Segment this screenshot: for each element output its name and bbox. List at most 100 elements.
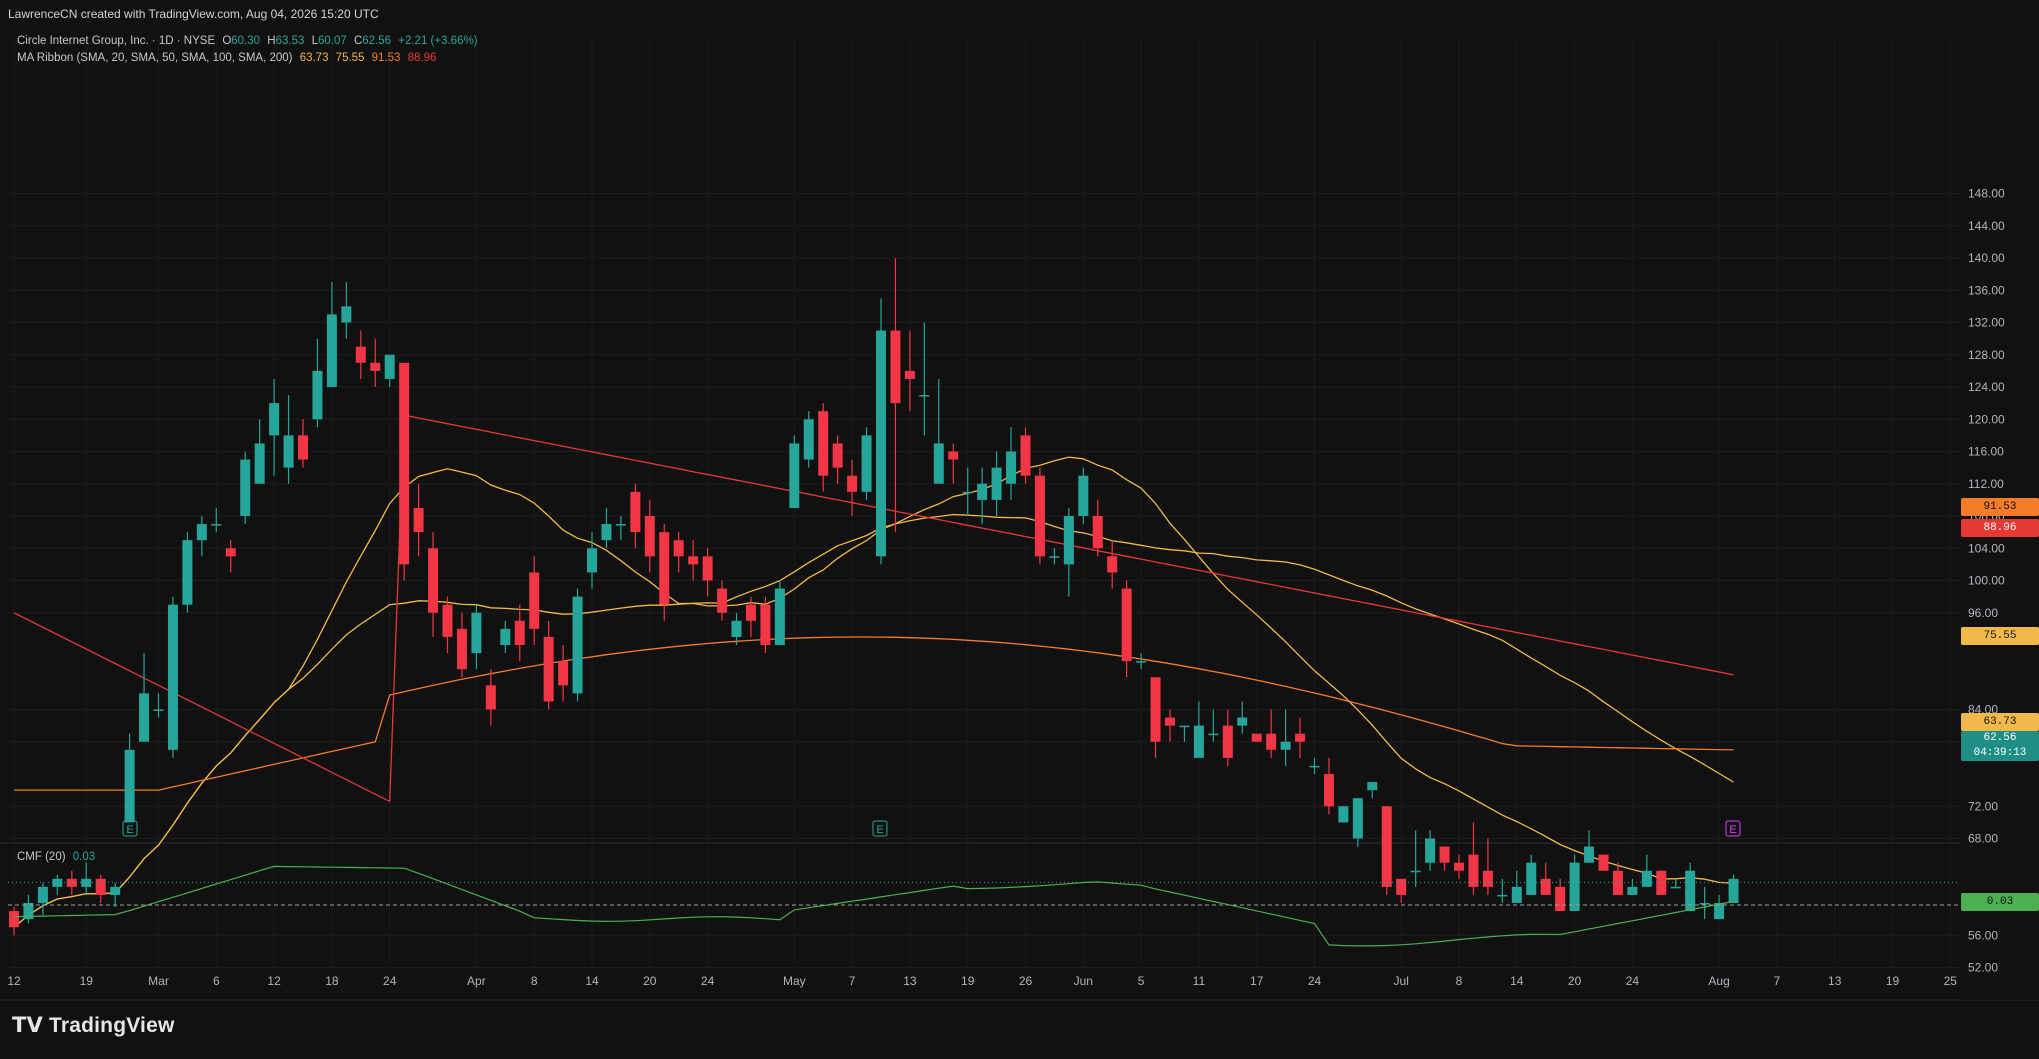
candle-body — [471, 612, 482, 654]
candle-body — [1598, 854, 1609, 871]
candle-body — [1034, 475, 1045, 557]
time-tick-label: 26 — [1019, 974, 1033, 988]
time-tick-label: 24 — [383, 974, 397, 988]
candle-body — [890, 330, 901, 404]
price-tick-label: 96.00 — [1968, 606, 1998, 620]
time-tick-label: 13 — [1828, 974, 1842, 988]
time-tick-label: 7 — [849, 974, 856, 988]
time-tick-label: May — [783, 974, 806, 988]
candles: EEE — [8, 258, 1960, 936]
ma-ribbon-label: MA Ribbon (SMA, 20, SMA, 50, SMA, 100, S… — [17, 52, 293, 64]
price-chart[interactable]: E E E 0.50−0.50 148.00 144.00 140.00 136.00 13… — [0, 0, 2039, 1059]
candle-body — [991, 467, 1002, 500]
candle-body — [933, 443, 944, 484]
candle-body — [1454, 862, 1464, 871]
candle-body — [731, 620, 742, 637]
sma200-line — [13, 414, 1734, 803]
candle-body — [1338, 806, 1349, 823]
time-tick-label: Apr — [467, 974, 486, 988]
candle-body — [124, 749, 135, 823]
candle-body — [919, 395, 930, 397]
candle-body — [659, 532, 670, 605]
candle-body — [861, 435, 872, 492]
candle-body — [904, 370, 915, 379]
candle-body — [1222, 725, 1233, 758]
candle-body — [1006, 451, 1017, 484]
ma-ribbon-legend[interactable]: MA Ribbon (SMA, 20, SMA, 50, SMA, 100, S… — [17, 52, 436, 64]
sma100-price-label: 91.53 — [1961, 498, 2039, 516]
candle-body — [37, 886, 48, 903]
candle-body — [384, 354, 395, 379]
candle-body — [240, 459, 251, 516]
candle-body — [1641, 870, 1652, 887]
close-value: 62.56 — [362, 35, 392, 47]
last-price-label: 62.56 04:39:13 — [1961, 731, 2039, 761]
candle-body — [485, 685, 496, 710]
low-value: 60.07 — [317, 35, 347, 47]
tradingview-logo[interactable]: 𝗧𝗩 TradingView — [12, 1013, 175, 1038]
candle-body — [355, 346, 366, 363]
time-tick-label: 12 — [267, 974, 281, 988]
earnings-marker-label: E — [1729, 824, 1736, 836]
candle-body — [1208, 733, 1219, 736]
candle-body — [601, 524, 612, 541]
candle-body — [1584, 846, 1595, 863]
candle-body — [95, 878, 106, 895]
sma100-value: 91.53 — [371, 52, 401, 64]
candle-body — [1092, 516, 1103, 549]
candle-body — [341, 306, 352, 323]
candle-body — [1179, 725, 1190, 728]
price-grid — [0, 40, 2039, 1001]
time-tick-label: 19 — [961, 974, 975, 988]
symbol-legend[interactable]: Circle Internet Group, Inc. · 1D · NYSE … — [17, 35, 478, 47]
time-tick-label: 11 — [1193, 974, 1206, 988]
candle-body — [745, 604, 756, 621]
cmf-label: CMF (20) — [17, 851, 66, 863]
candle-body — [225, 548, 236, 557]
price-tick-label: 116.00 — [1968, 445, 2004, 459]
candle-body — [1367, 782, 1378, 791]
candle-body — [615, 524, 626, 526]
candle-body — [283, 435, 294, 468]
price-tick-label: 128.00 — [1968, 348, 2005, 362]
chart-header: LawrenceCN created with TradingView.com,… — [8, 7, 379, 21]
candle-body — [1165, 717, 1175, 726]
candle-body — [572, 596, 583, 694]
time-tick-label: Jun — [1074, 974, 1093, 988]
time-tick-label: 18 — [325, 974, 339, 988]
cmf-legend[interactable]: CMF (20) 0.03 — [17, 851, 95, 863]
candle-body — [962, 491, 973, 494]
candle-body — [153, 709, 164, 711]
sma200-price-label: 88.96 — [1961, 519, 2039, 537]
candle-body — [167, 604, 178, 750]
candle-body — [1511, 886, 1522, 903]
candle-body — [326, 314, 337, 387]
candle-body — [1670, 886, 1681, 889]
candle-body — [948, 451, 959, 460]
candle-body — [1309, 765, 1320, 768]
candle-body — [1136, 661, 1147, 663]
time-tick-label: 17 — [1250, 974, 1264, 988]
time-tick-label: 25 — [1944, 974, 1958, 988]
time-tick-label: 24 — [701, 974, 715, 988]
time-tick-label: 13 — [903, 974, 917, 988]
candle-body — [1555, 886, 1566, 912]
candle-body — [1295, 733, 1306, 742]
brand-name: TradingView — [48, 1014, 175, 1037]
candle-body — [500, 628, 511, 645]
change-value: +2.21 (+3.66%) — [398, 35, 478, 47]
candle-body — [1627, 886, 1638, 895]
cmf-value-label: 0.03 — [1961, 893, 2039, 911]
candle-body — [1439, 846, 1450, 863]
candle-body — [673, 540, 684, 557]
time-tick-label: 19 — [1886, 974, 1900, 988]
time-tick-label: 12 — [7, 974, 21, 988]
candle-body — [1237, 717, 1248, 726]
candle-body — [370, 362, 381, 371]
candle-body — [196, 524, 207, 541]
time-tick-label: 5 — [1138, 974, 1145, 988]
candle-body — [254, 443, 265, 484]
time-tick-label: Mar — [148, 974, 169, 988]
candle-body — [760, 604, 771, 645]
candle-body — [269, 403, 280, 436]
